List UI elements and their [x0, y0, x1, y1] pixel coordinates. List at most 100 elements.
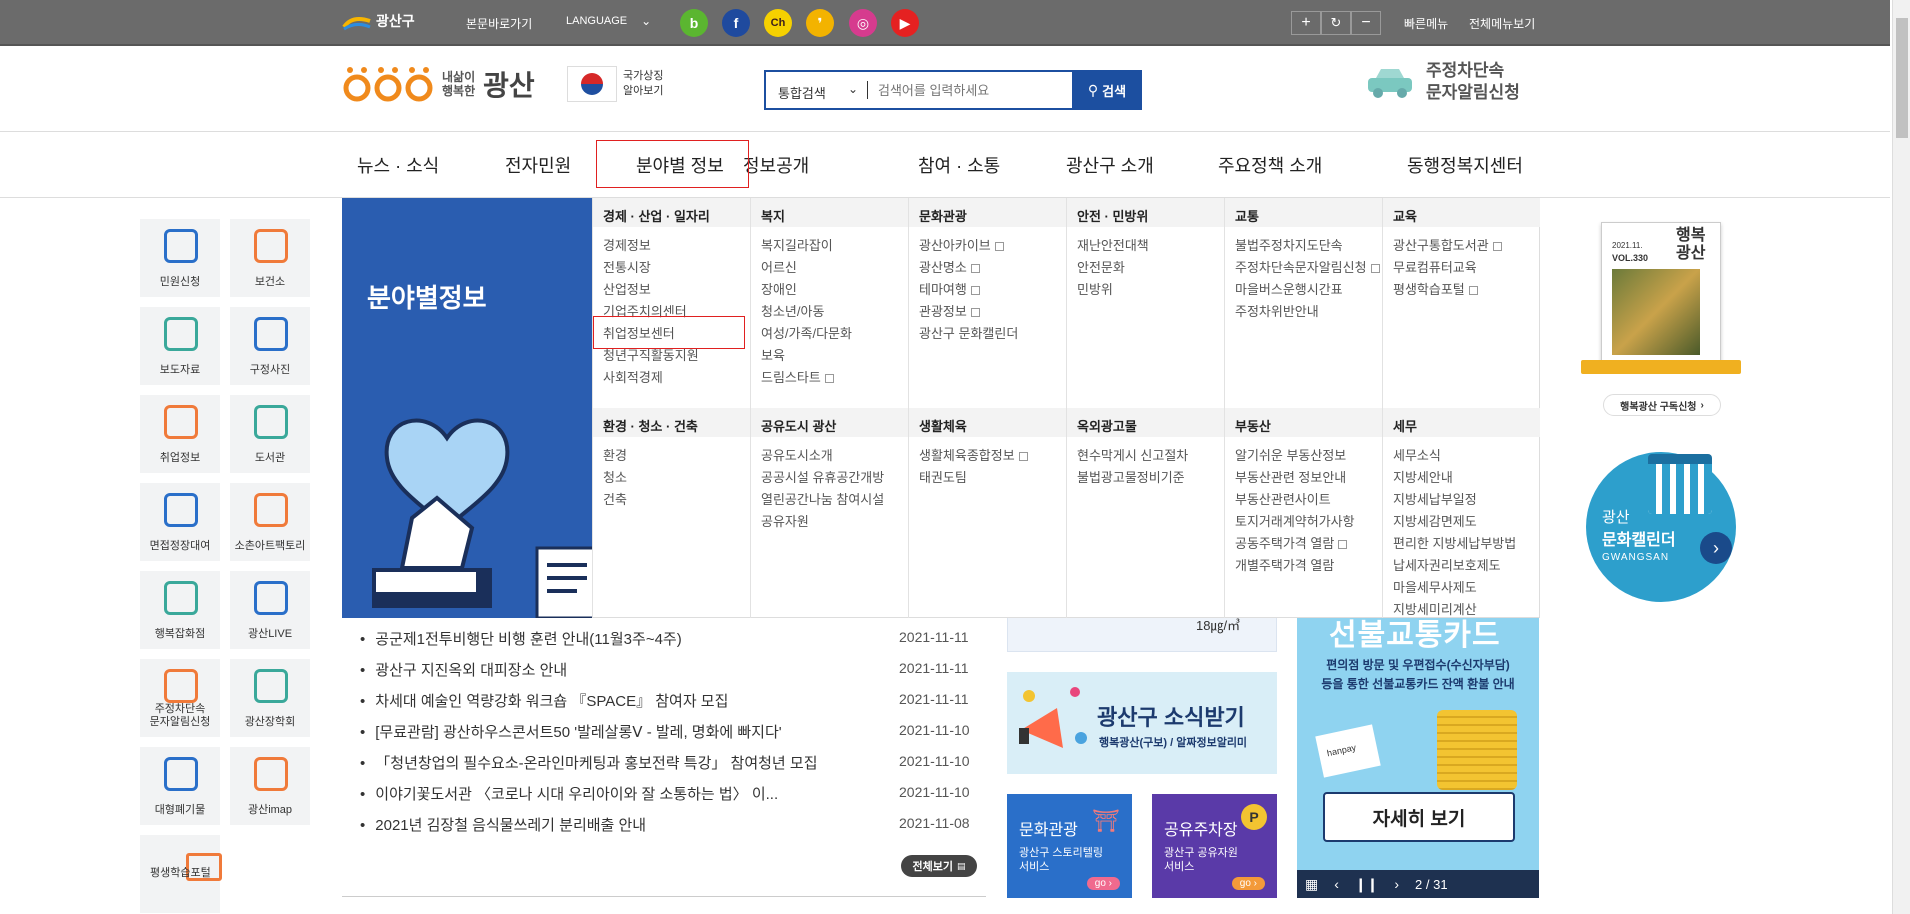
mega-menu-link[interactable]: 지방세미리계산 — [1393, 599, 1540, 621]
mega-menu-heading[interactable]: 복지 — [751, 198, 908, 227]
news-item-title[interactable]: 공군제1전투비행단 비행 훈련 안내(11월3주~4주) — [360, 628, 681, 649]
mega-menu-link[interactable]: 공공시설 유휴공간개방 — [761, 467, 908, 489]
news-item-title[interactable]: 이야기꽃도서관 〈코로나 시대 우리아이와 잘 소통하는 법〉 이... — [360, 783, 778, 804]
mega-menu-link[interactable]: 편리한 지방세납부방법 — [1393, 533, 1540, 555]
mega-menu-link[interactable]: 민방위 — [1077, 279, 1224, 301]
quick-menu-item[interactable]: 면접정장대여 — [140, 483, 220, 561]
transport-card-banner[interactable]: 선불교통카드 편의점 방문 및 우편접수(수신자부담) 등을 통한 선불교통카드… — [1297, 600, 1539, 898]
mega-menu-heading[interactable]: 교통 — [1225, 198, 1382, 227]
mega-menu-link[interactable]: 공유도시소개 — [761, 445, 908, 467]
youtube-icon[interactable]: ▶ — [891, 9, 919, 37]
quick-menu-item[interactable]: 행복잡화점 — [140, 571, 220, 649]
mega-menu-heading[interactable]: 문화관광 — [909, 198, 1066, 227]
mega-menu-link[interactable]: 열린공간나눔 참여시설 — [761, 489, 908, 511]
quick-menu-item[interactable]: 광산장학회 — [230, 659, 310, 737]
mega-menu-link[interactable]: 광산구 문화캘린더 — [919, 323, 1066, 345]
kakaostory-icon[interactable]: ❜ — [806, 9, 834, 37]
parking-go-button[interactable]: go › — [1231, 877, 1265, 890]
mega-menu-link[interactable]: 건축 — [603, 489, 750, 511]
news-item-title[interactable]: 2021년 김장철 음식물쓰레기 분리배출 안내 — [360, 814, 646, 835]
mega-menu-link[interactable]: 평생학습포털 — [1393, 279, 1540, 301]
grid-view-icon[interactable]: ▦ — [1305, 876, 1318, 893]
quick-menu-link[interactable]: 빠른메뉴 — [1404, 15, 1448, 32]
mega-menu-link[interactable]: 여성/가족/다문화 — [761, 323, 908, 345]
mega-menu-link[interactable]: 마을버스운행시간표 — [1235, 279, 1382, 301]
mega-menu-link[interactable]: 지방세납부일정 — [1393, 489, 1540, 511]
mega-menu-link[interactable]: 지방세안내 — [1393, 467, 1540, 489]
prev-slide-icon[interactable]: ‹ — [1334, 876, 1339, 892]
parking-alert-banner[interactable]: 주정차단속 문자알림신청 — [1364, 60, 1520, 104]
instagram-icon[interactable]: ◎ — [849, 9, 877, 37]
culture-go-button[interactable]: go › — [1086, 877, 1120, 890]
mega-menu-link[interactable]: 안전문화 — [1077, 257, 1224, 279]
quick-menu-item[interactable]: 보도자료 — [140, 307, 220, 385]
news-subscription-banner[interactable]: 광산구 소식받기 행복광산(구보) / 알짜정보알리미 — [1007, 672, 1277, 774]
quick-menu-item[interactable]: 광산imap — [230, 747, 310, 825]
search-scope-select[interactable]: 통합검색 — [778, 83, 826, 102]
gwangsan-gu-logo[interactable]: 광산구 — [342, 11, 415, 31]
quick-menu-item[interactable]: 취업정보 — [140, 395, 220, 473]
kakaochannel-icon[interactable]: Ch — [764, 9, 792, 37]
shared-parking-banner[interactable]: 공유주차장 광산구 공유자원 서비스 P go › — [1152, 794, 1277, 898]
search-input[interactable] — [878, 80, 1068, 100]
mega-menu-link[interactable]: 사회적경제 — [603, 367, 750, 389]
mega-menu-heading[interactable]: 세무 — [1383, 408, 1540, 437]
scrollbar[interactable] — [1892, 0, 1910, 914]
mega-menu-link[interactable]: 광산구통합도서관 — [1393, 235, 1540, 257]
zoom-reset-button[interactable]: ↻ — [1321, 11, 1351, 35]
quick-menu-item[interactable]: 구정사진 — [230, 307, 310, 385]
zoom-in-button[interactable]: + — [1291, 11, 1321, 35]
culture-calendar-widget[interactable]: 광산 문화캘린더 GWANGSAN › — [1586, 452, 1736, 602]
gnb-item-6[interactable]: 광산구 소개 — [1066, 152, 1154, 178]
quick-menu-item[interactable]: 광산LIVE — [230, 571, 310, 649]
magazine-subscribe-button[interactable]: 행복광산 구독신청 › — [1603, 394, 1721, 416]
mega-menu-heading[interactable]: 안전 · 민방위 — [1067, 198, 1224, 227]
mega-menu-link[interactable]: 공동주택가격 열람 — [1235, 533, 1382, 555]
mega-menu-link[interactable]: 복지길라잡이 — [761, 235, 908, 257]
pause-icon[interactable]: ❙❙ — [1355, 876, 1378, 893]
mega-menu-link[interactable]: 광산명소 — [919, 257, 1066, 279]
mega-menu-link[interactable]: 부동산관련 정보안내 — [1235, 467, 1382, 489]
mega-menu-heading[interactable]: 교육 — [1383, 198, 1540, 227]
gnb-item-7[interactable]: 주요정책 소개 — [1218, 152, 1322, 178]
national-symbol-link[interactable]: 국가상징 알아보기 — [567, 66, 663, 102]
mega-menu-link[interactable]: 개별주택가격 열람 — [1235, 555, 1382, 577]
all-menu-link[interactable]: 전체메뉴보기 — [1469, 15, 1535, 32]
news-item-title[interactable]: 광산구 지진옥외 대피장소 안내 — [360, 659, 567, 680]
gnb-item-4[interactable]: 정보공개 — [743, 152, 809, 178]
mega-menu-link[interactable]: 어르신 — [761, 257, 908, 279]
mega-menu-link[interactable]: 불법광고물정비기준 — [1077, 467, 1224, 489]
mega-menu-heading[interactable]: 옥외광고물 — [1067, 408, 1224, 437]
mega-menu-link[interactable]: 알기쉬운 부동산정보 — [1235, 445, 1382, 467]
mega-menu-link[interactable]: 관광정보 — [919, 301, 1066, 323]
mega-menu-link[interactable]: 청소 — [603, 467, 750, 489]
language-select[interactable]: LANGUAGE ⌄ — [566, 14, 651, 28]
mega-menu-heading[interactable]: 경제 · 산업 · 일자리 — [593, 198, 750, 227]
mega-menu-link[interactable]: 광산아카이브 — [919, 235, 1066, 257]
skip-to-content-link[interactable]: 본문바로가기 — [466, 15, 532, 32]
mega-menu-link[interactable]: 생활체육종합정보 — [919, 445, 1066, 467]
band-icon[interactable]: b — [680, 9, 708, 37]
news-item-title[interactable]: [무료관람] 광산하우스콘서트50 '발레살롱Ⅴ - 발레, 명화에 빠지다' — [360, 721, 781, 742]
mega-menu-link[interactable]: 보육 — [761, 345, 908, 367]
quick-menu-item[interactable]: 소촌아트팩토리 — [230, 483, 310, 561]
mega-menu-link[interactable]: 산업정보 — [603, 279, 750, 301]
mega-menu-link[interactable]: 재난안전대책 — [1077, 235, 1224, 257]
gnb-item-5[interactable]: 참여 · 소통 — [918, 152, 1000, 178]
news-item-title[interactable]: 「청년창업의 필수요소-온라인마케팅과 홍보전략 특강」 참여청년 모집 — [360, 752, 817, 773]
culture-tourism-banner[interactable]: 문화관광 광산구 스토리텔링 서비스 ⛩ go › — [1007, 794, 1132, 898]
scrollbar-thumb[interactable] — [1896, 18, 1908, 138]
mega-menu-link[interactable]: 세무소식 — [1393, 445, 1540, 467]
magazine-widget[interactable]: 2021.11. VOL.330 행복 광산 행복광산 구독신청 › — [1581, 220, 1741, 420]
news-more-button[interactable]: 전체보기 ▤ — [901, 855, 977, 877]
zoom-out-button[interactable]: − — [1351, 11, 1381, 35]
mega-menu-link[interactable]: 납세자권리보호제도 — [1393, 555, 1540, 577]
mega-menu-heading[interactable]: 부동산 — [1225, 408, 1382, 437]
mega-menu-link[interactable]: 마을세무사제도 — [1393, 577, 1540, 599]
mega-menu-link[interactable]: 토지거래계약허가사항 — [1235, 511, 1382, 533]
site-logo[interactable]: 내삶이 행복한 광산 — [342, 64, 535, 104]
mega-menu-link[interactable]: 드림스타트 — [761, 367, 908, 389]
mega-menu-link[interactable]: 경제정보 — [603, 235, 750, 257]
mega-menu-link[interactable]: 공유자원 — [761, 511, 908, 533]
gnb-item-2[interactable]: 전자민원 — [505, 152, 571, 178]
